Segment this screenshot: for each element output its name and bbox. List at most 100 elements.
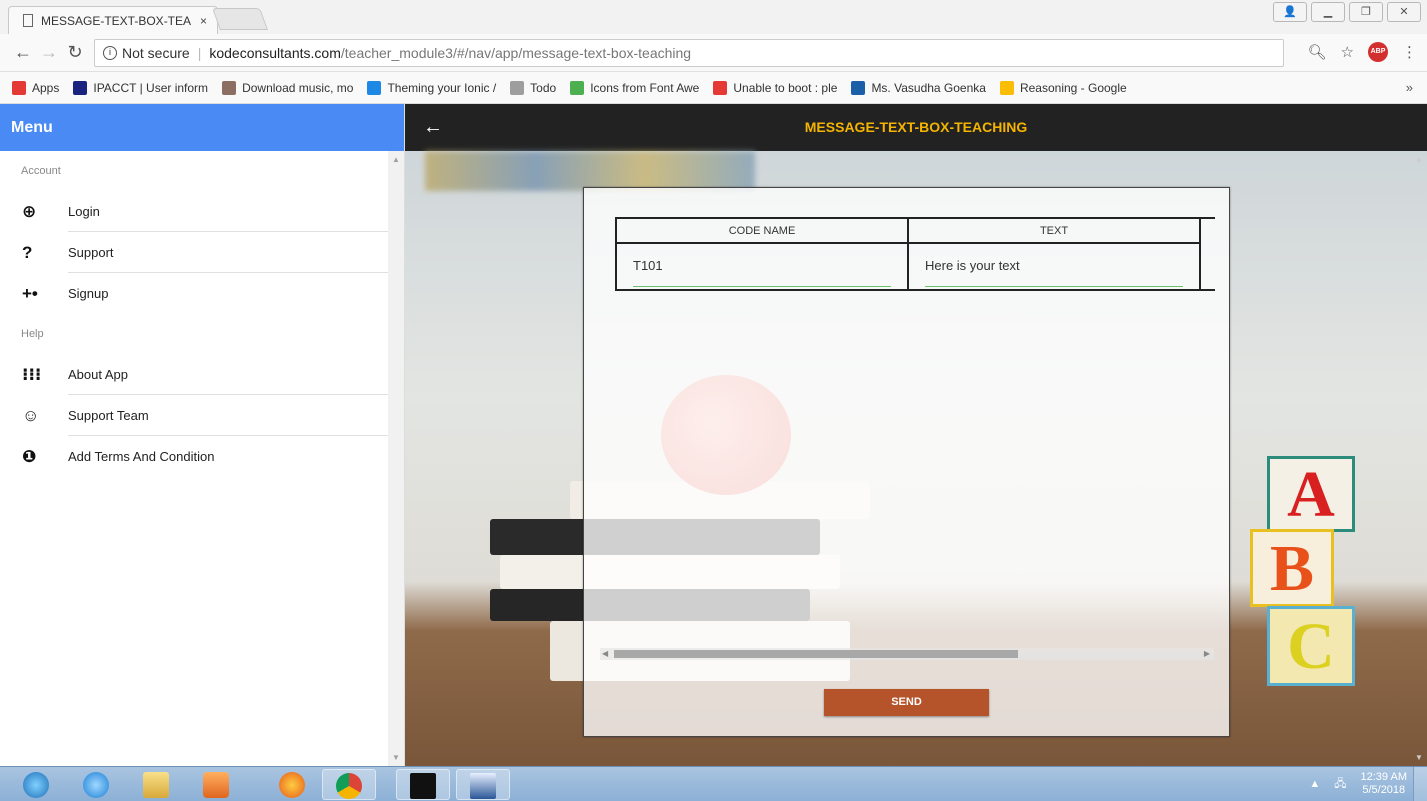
taskbar-cmd[interactable] bbox=[396, 769, 450, 800]
background-painting bbox=[425, 151, 755, 191]
scroll-right-icon[interactable]: ▶ bbox=[1204, 648, 1210, 660]
word-icon bbox=[470, 773, 496, 799]
taskbar-explorer[interactable] bbox=[130, 769, 184, 800]
scroll-left-icon[interactable]: ◀ bbox=[602, 648, 608, 660]
taskbar-media[interactable] bbox=[190, 769, 244, 800]
bookmark-label: Reasoning - Google bbox=[1019, 80, 1127, 95]
google-drive-icon bbox=[999, 80, 1014, 95]
scrollbar-thumb[interactable] bbox=[614, 650, 1018, 658]
menu-item-label: About App bbox=[68, 354, 388, 395]
system-tray: ▲ 🖧 12:39 AM 5/5/2018 bbox=[1309, 771, 1407, 797]
sidebar-scrollbar[interactable]: ▲ ▼ bbox=[388, 151, 404, 766]
menu-title: Menu bbox=[0, 104, 404, 151]
letter-block-b: B bbox=[1250, 529, 1334, 607]
url-input[interactable]: i Not secure | kodeconsultants.com /teac… bbox=[94, 38, 1284, 67]
bookmark-item[interactable]: IPACCT | User inform bbox=[73, 80, 208, 95]
bookmark-item[interactable]: Theming your Ionic / bbox=[367, 80, 496, 95]
command-prompt-icon bbox=[410, 773, 436, 799]
close-window-icon[interactable]: ✕ bbox=[1387, 2, 1421, 22]
bookmark-item[interactable]: Ms. Vasudha Goenka bbox=[851, 80, 986, 95]
url-host: kodeconsultants.com bbox=[209, 44, 341, 61]
taskbar-word[interactable] bbox=[456, 769, 510, 800]
scroll-up-icon[interactable]: ▲ bbox=[392, 155, 400, 164]
back-arrow-icon[interactable]: ← bbox=[10, 42, 36, 63]
url-path: /teacher_module3/#/nav/app/message-text-… bbox=[340, 44, 692, 61]
tray-expand-icon[interactable]: ▲ bbox=[1309, 778, 1320, 790]
reload-icon[interactable]: ↻ bbox=[62, 42, 88, 63]
bookmark-label: Icons from Font Awe bbox=[590, 80, 700, 95]
windows-taskbar: ▲ 🖧 12:39 AM 5/5/2018 bbox=[0, 766, 1427, 801]
content-scrollbar[interactable]: ▲ ▼ bbox=[1411, 151, 1427, 766]
apps-icon: ⁝⁝⁝ bbox=[22, 364, 42, 384]
menu-item-about-app[interactable]: ⁝⁝⁝ About App bbox=[0, 354, 404, 395]
clock[interactable]: 12:39 AM 5/5/2018 bbox=[1361, 771, 1407, 797]
text-input[interactable]: Here is your text bbox=[925, 244, 1183, 287]
menu-list: Account ⊕ Login? Support +• Signup Help ⁝⁝⁝ Abou… bbox=[0, 151, 404, 477]
show-desktop-button[interactable] bbox=[1413, 767, 1427, 801]
table-cell[interactable]: Here is your text bbox=[909, 244, 1199, 289]
bookmark-item[interactable]: Download music, mo bbox=[222, 80, 353, 95]
new-tab-button[interactable] bbox=[211, 8, 269, 30]
star-icon[interactable]: ☆ bbox=[1341, 43, 1354, 61]
menu-item-add-terms-and-condition[interactable]: ❶ Add Terms And Condition bbox=[0, 436, 404, 477]
internet-explorer-icon bbox=[83, 772, 109, 798]
clock-time: 12:39 AM bbox=[1360, 771, 1407, 783]
menu-item-support-team[interactable]: ☺ Support Team bbox=[0, 395, 404, 436]
apps-grid-icon bbox=[12, 80, 26, 95]
minimize-icon[interactable]: ▁ bbox=[1311, 2, 1345, 22]
scroll-down-icon[interactable]: ▼ bbox=[1415, 753, 1423, 762]
network-icon[interactable]: 🖧 bbox=[1334, 775, 1346, 794]
code-name-column: CODE NAME T101 bbox=[617, 219, 909, 291]
taskbar-ie[interactable] bbox=[70, 769, 124, 800]
page-title: MESSAGE-TEXT-BOX-TEACHING bbox=[804, 119, 1028, 135]
ionic-icon bbox=[367, 80, 382, 95]
smiley-icon: ☺ bbox=[22, 405, 40, 425]
firefox-icon bbox=[279, 772, 305, 798]
bookmark-item[interactable]: Todo bbox=[510, 80, 557, 95]
menu-item-login[interactable]: ⊕ Login bbox=[0, 191, 404, 232]
taskbar-chrome[interactable] bbox=[322, 769, 376, 800]
code-name-input[interactable]: T101 bbox=[633, 244, 891, 287]
clock-date: 5/5/2018 bbox=[1362, 784, 1406, 796]
scroll-down-icon[interactable]: ▼ bbox=[392, 753, 400, 762]
browser-tab[interactable]: MESSAGE-TEXT-BOX-TEA × bbox=[8, 6, 218, 34]
url-separator: | bbox=[197, 44, 202, 61]
info-icon[interactable]: i bbox=[103, 45, 117, 60]
page-icon bbox=[510, 80, 525, 95]
main-content: ← MESSAGE-TEXT-BOX-TEACHING A B C ▲ ▼ CO… bbox=[405, 104, 1427, 766]
bookmark-item[interactable]: Unable to boot : ple bbox=[713, 80, 838, 95]
menu-item-support[interactable]: ? Support bbox=[0, 232, 404, 273]
restore-icon[interactable]: ❐ bbox=[1349, 2, 1383, 22]
bookmark-label: Unable to boot : ple bbox=[733, 80, 838, 95]
adblock-icon[interactable]: ABP bbox=[1368, 42, 1388, 62]
more-vert-icon[interactable]: ⋮ bbox=[1402, 43, 1417, 61]
app-area: Menu Account ⊕ Login? Support +• Signup Help ⁝⁝… bbox=[0, 104, 1427, 766]
start-button[interactable] bbox=[10, 769, 64, 800]
bookmark-item[interactable]: Reasoning - Google bbox=[999, 80, 1127, 95]
send-button[interactable]: SEND bbox=[824, 689, 989, 716]
bookmarks-more-icon[interactable]: » bbox=[1406, 80, 1413, 95]
scroll-up-icon[interactable]: ▲ bbox=[1415, 155, 1423, 164]
user-icon[interactable]: 👤 bbox=[1273, 2, 1307, 22]
menu-item-label: Signup bbox=[68, 286, 109, 301]
bookmark-label: Todo bbox=[530, 80, 557, 95]
person-add-icon: +• bbox=[22, 283, 38, 303]
bookmark-label: Apps bbox=[32, 80, 60, 95]
table-cell[interactable]: T101 bbox=[617, 244, 907, 289]
address-bar-actions: 🔍︎ ☆ ABP ⋮ bbox=[1308, 42, 1417, 62]
tab-close-icon[interactable]: × bbox=[200, 14, 207, 28]
media-player-icon bbox=[203, 772, 229, 798]
menu-item-signup[interactable]: +• Signup bbox=[0, 273, 404, 314]
info-icon: ❶ bbox=[22, 446, 37, 466]
menu-item-label: Login bbox=[68, 191, 388, 232]
page-icon bbox=[23, 14, 33, 27]
bookmark-label: Ms. Vasudha Goenka bbox=[871, 80, 986, 95]
zoom-icon[interactable]: 🔍︎ bbox=[1308, 43, 1327, 61]
side-menu: Menu Account ⊕ Login? Support +• Signup Help ⁝⁝… bbox=[0, 104, 405, 766]
page-toolbar: ← MESSAGE-TEXT-BOX-TEACHING bbox=[405, 104, 1427, 151]
bookmark-item[interactable]: Icons from Font Awe bbox=[570, 80, 700, 95]
forward-arrow-icon[interactable]: → bbox=[36, 42, 62, 63]
table-horizontal-scrollbar[interactable]: ◀ ▶ bbox=[600, 648, 1214, 660]
bookmark-item[interactable]: Apps bbox=[12, 80, 60, 95]
taskbar-firefox[interactable] bbox=[266, 769, 320, 800]
